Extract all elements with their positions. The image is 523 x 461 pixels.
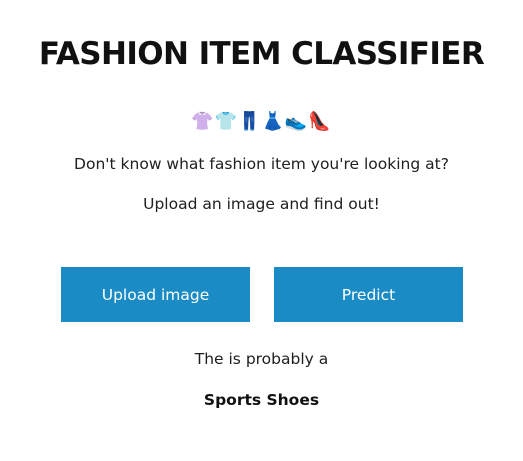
page-title: FASHION ITEM CLASSIFIER: [38, 36, 485, 72]
fashion-emoji-icons: 👚👕👖👗👟👠: [191, 111, 332, 132]
upload-image-button[interactable]: Upload image: [61, 267, 250, 322]
result-value: Sports Shoes: [203, 391, 320, 409]
predict-button[interactable]: Predict: [274, 267, 463, 322]
intro-question: Don't know what fashion item you're look…: [74, 155, 449, 173]
intro-instruction: Upload an image and find out!: [143, 195, 380, 213]
result-label: The is probably a: [194, 350, 329, 368]
